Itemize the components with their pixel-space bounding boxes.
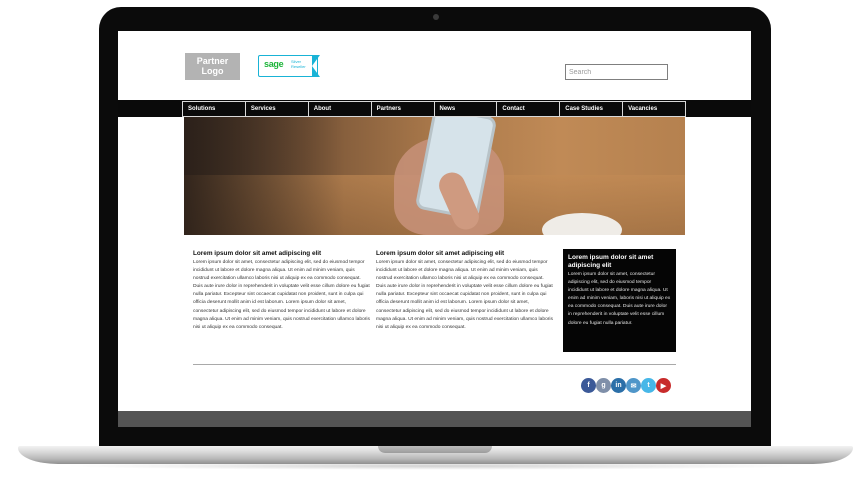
webcam-icon xyxy=(433,14,439,20)
twitter-icon[interactable]: t xyxy=(641,378,656,393)
hero-shadow xyxy=(184,117,344,235)
nav-item-services[interactable]: Services xyxy=(244,101,308,117)
sage-flag-icon xyxy=(312,55,320,77)
hero-image xyxy=(184,117,685,235)
youtube-icon[interactable]: ▶ xyxy=(656,378,671,393)
nav-item-case-studies[interactable]: Case Studies xyxy=(559,101,623,117)
footer-bar xyxy=(118,411,751,427)
column-2-title: Lorem ipsum dolor sit amet adipiscing el… xyxy=(376,250,505,257)
nav-item-contact[interactable]: Contact xyxy=(496,101,560,117)
content-divider xyxy=(193,364,676,365)
laptop-mockup: Partner Logo sage Silver Reseller Soluti… xyxy=(0,0,863,480)
column-2-body: Lorem ipsum dolor sit amet, consectetur … xyxy=(376,260,553,330)
linkedin-icon[interactable]: in xyxy=(611,378,626,393)
callout-body: Lorem ipsum dolor sit amet, consectetur … xyxy=(568,272,671,326)
sage-partner-badge[interactable]: sage Silver Reseller xyxy=(258,55,326,77)
laptop-base-notch xyxy=(378,446,492,453)
nav-item-solutions[interactable]: Solutions xyxy=(182,101,245,117)
main-nav: Solutions Services About Partners News C… xyxy=(182,101,686,117)
partner-logo-line2: Logo xyxy=(201,66,224,76)
nav-item-news[interactable]: News xyxy=(433,101,497,117)
column-1-body: Lorem ipsum dolor sit amet, consectetur … xyxy=(193,260,370,330)
facebook-icon[interactable]: f xyxy=(581,378,596,393)
nav-item-about[interactable]: About xyxy=(307,101,371,117)
callout-box: Lorem ipsum dolor sit amet adipiscing el… xyxy=(563,249,676,352)
sage-badge-level-label: Reseller xyxy=(291,64,306,69)
content-column-2: Lorem ipsum dolor sit amet adipiscing el… xyxy=(376,250,554,332)
partner-logo[interactable]: Partner Logo xyxy=(185,53,240,80)
sage-badge-tier: Silver Reseller xyxy=(291,59,306,69)
nav-item-partners[interactable]: Partners xyxy=(370,101,434,117)
social-links: f g in ✉ t ▶ xyxy=(581,378,671,393)
email-icon[interactable]: ✉ xyxy=(626,378,641,393)
sage-logo-text: sage xyxy=(264,59,284,69)
nav-item-vacancies[interactable]: Vacancies xyxy=(622,101,686,117)
partner-logo-line1: Partner xyxy=(196,56,229,66)
content-column-1: Lorem ipsum dolor sit amet adipiscing el… xyxy=(193,250,371,332)
website-screen: Partner Logo sage Silver Reseller Soluti… xyxy=(118,31,751,427)
column-1-title: Lorem ipsum dolor sit amet adipiscing el… xyxy=(193,250,322,257)
search-input[interactable] xyxy=(565,64,668,80)
callout-title: Lorem ipsum dolor sit amet adipiscing el… xyxy=(568,254,654,269)
google-plus-icon[interactable]: g xyxy=(596,378,611,393)
